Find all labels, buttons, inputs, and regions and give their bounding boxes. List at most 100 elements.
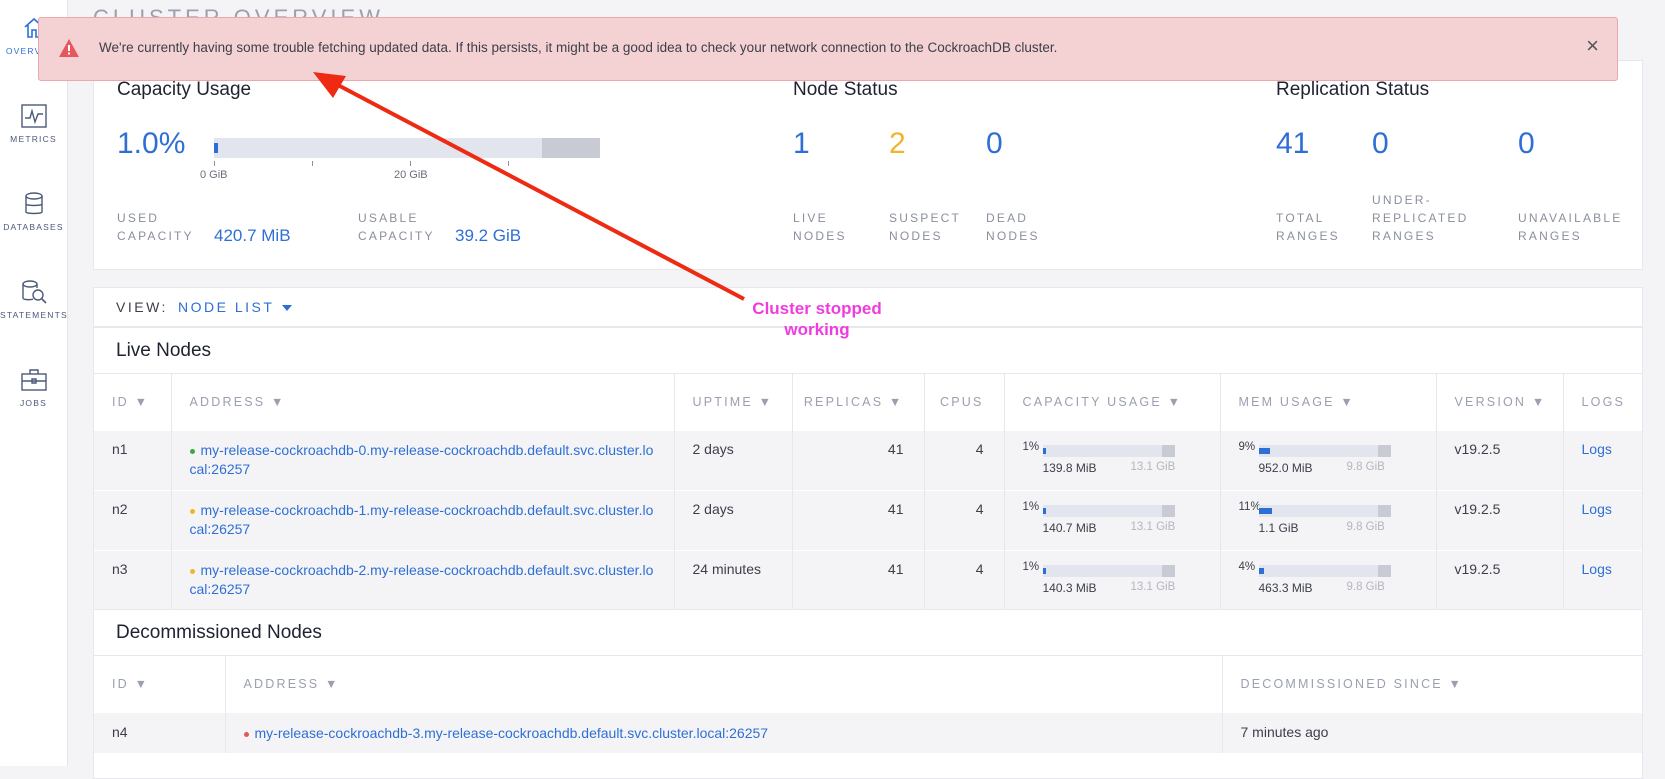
mem-usage-bar <box>1258 445 1391 457</box>
suspect-nodes-label: SUSPECT NODES <box>889 211 962 243</box>
sidebar-item-label: METRICS <box>10 134 57 144</box>
capacity-usage-bar <box>1042 445 1175 457</box>
tick-label: 0 GiB <box>200 169 228 181</box>
mem-usage-fill <box>1258 568 1264 574</box>
node-id: n1 <box>94 430 172 491</box>
status-dot <box>243 731 249 737</box>
sidebar-item-label: DATABASES <box>3 222 64 232</box>
caret-down-icon <box>282 305 293 312</box>
mem-total: 9.8 GiB <box>1346 581 1385 593</box>
replication-title: Replication Status <box>1276 79 1430 100</box>
capacity-used: 140.7 MiB <box>1042 521 1097 535</box>
live-nodes-label: LIVE NODES <box>793 211 847 243</box>
unavailable-ranges-count: 0 <box>1518 127 1535 160</box>
capacity-usage-cell: 1% 140.3 MiB 13.1 GiB <box>1004 550 1221 611</box>
node-cpus: 4 <box>924 490 1005 551</box>
col-decommissioned-since[interactable]: DECOMMISSIONED SINCE ▼ <box>1222 655 1642 713</box>
decommissioned-since: 7 minutes ago <box>1222 712 1642 753</box>
database-icon <box>24 192 43 215</box>
live-nodes-count: 1 <box>793 127 810 160</box>
alert-message: We're currently having some trouble fetc… <box>99 40 1058 55</box>
total-ranges-label: TOTAL RANGES <box>1276 211 1340 243</box>
col-mem-usage[interactable]: MEM USAGE ▼ <box>1220 373 1437 431</box>
cluster-summary: Capacity Usage 1.0% 0 GiB 20 GiB USED CAP… <box>93 60 1643 270</box>
usable-capacity-label: USABLE CAPACITY <box>358 211 435 243</box>
capacity-total: 13.1 GiB <box>1130 461 1176 473</box>
sidebar-item-metrics[interactable]: METRICS <box>0 104 67 144</box>
table-row: n2 my-release-cockroachdb-1.my-release-co… <box>94 490 1642 551</box>
mem-usage-bar <box>1258 565 1391 577</box>
usable-capacity-value: 39.2 GiB <box>455 226 522 245</box>
mem-used: 952.0 MiB <box>1258 461 1313 475</box>
mem-usage-bar <box>1258 505 1391 517</box>
logs-link[interactable]: Logs <box>1563 550 1642 611</box>
node-address-link[interactable]: my-release-cockroachdb-2.my-release-cock… <box>171 550 675 611</box>
node-replicas: 41 <box>792 430 925 491</box>
capacity-usage-cell: 1% 140.7 MiB 13.1 GiB <box>1004 490 1221 551</box>
decommissioned-table: ID ▼ ADDRESS ▼ DECOMMISSIONED SINCE ▼ n4… <box>94 655 1642 753</box>
col-cpus: CPUS <box>924 373 1005 431</box>
col-address[interactable]: ADDRESS ▼ <box>225 655 1223 713</box>
live-nodes-table: ID ▼ ADDRESS ▼ UPTIME ▼ REPLICAS ▼ CPUS … <box>94 373 1642 611</box>
col-id[interactable]: ID ▼ <box>94 373 172 431</box>
node-uptime: 2 days <box>674 430 793 491</box>
sidebar: OVERVIEW METRICS DATABASES STATEMENTS JO… <box>0 0 68 766</box>
chart-icon <box>20 104 47 128</box>
capacity-percent: 1% <box>1022 501 1040 513</box>
node-address-link[interactable]: my-release-cockroachdb-3.my-release-cock… <box>225 712 1223 753</box>
under-replicated-label: UNDER- REPLICATED RANGES <box>1372 193 1469 243</box>
logs-link[interactable]: Logs <box>1563 430 1642 491</box>
table-header-row: ID ▼ ADDRESS ▼ DECOMMISSIONED SINCE ▼ <box>94 655 1642 713</box>
col-id[interactable]: ID ▼ <box>94 655 226 713</box>
capacity-usage-fill <box>1042 448 1046 454</box>
status-dot <box>189 568 195 574</box>
mem-usage-cell: 9% 952.0 MiB 9.8 GiB <box>1220 430 1437 491</box>
view-dropdown[interactable]: NODE LIST <box>178 299 293 315</box>
status-dot <box>189 448 195 454</box>
decommissioned-nodes-panel: Decommissioned Nodes ID ▼ ADDRESS ▼ DECO… <box>93 609 1643 779</box>
node-address-link[interactable]: my-release-cockroachdb-0.my-release-cock… <box>171 430 675 491</box>
col-replicas[interactable]: REPLICAS ▼ <box>792 373 925 431</box>
capacity-usage-fill <box>1042 568 1046 574</box>
logs-link[interactable]: Logs <box>1563 490 1642 551</box>
col-capacity-usage[interactable]: CAPACITY USAGE ▼ <box>1004 373 1221 431</box>
node-version: v19.2.5 <box>1436 550 1564 611</box>
mem-usage-cell: 11% 1.1 GiB 9.8 GiB <box>1220 490 1437 551</box>
capacity-percent: 1% <box>1022 561 1040 573</box>
mem-total: 9.8 GiB <box>1346 461 1385 473</box>
node-uptime: 24 minutes <box>674 550 793 611</box>
statements-icon <box>21 280 47 304</box>
decommissioned-title: Decommissioned Nodes <box>116 622 322 643</box>
live-nodes-title: Live Nodes <box>116 340 212 361</box>
view-label: VIEW: <box>116 299 168 315</box>
mem-total: 9.8 GiB <box>1346 521 1385 533</box>
node-id: n2 <box>94 490 172 551</box>
sidebar-item-statements[interactable]: STATEMENTS <box>0 280 67 320</box>
sidebar-item-databases[interactable]: DATABASES <box>0 192 67 232</box>
node-status-title: Node Status <box>793 79 898 100</box>
node-cpus: 4 <box>924 550 1005 611</box>
sidebar-item-jobs[interactable]: JOBS <box>0 368 67 408</box>
view-dropdown-value: NODE LIST <box>178 299 275 315</box>
node-id: n4 <box>94 712 226 753</box>
mem-used: 463.3 MiB <box>1258 581 1313 595</box>
col-address[interactable]: ADDRESS ▼ <box>171 373 675 431</box>
mem-percent: 11% <box>1238 501 1261 513</box>
mem-usage-cell: 4% 463.3 MiB 9.8 GiB <box>1220 550 1437 611</box>
mem-used: 1.1 GiB <box>1258 521 1299 535</box>
capacity-bar <box>214 138 600 158</box>
table-row: n4 my-release-cockroachdb-3.my-release-c… <box>94 712 1642 753</box>
close-icon[interactable]: × <box>1586 35 1599 57</box>
live-nodes-panel: Live Nodes ID ▼ ADDRESS ▼ UPTIME ▼ REPLI… <box>93 327 1643 611</box>
capacity-bar-reserved <box>542 138 600 158</box>
col-uptime[interactable]: UPTIME ▼ <box>674 373 793 431</box>
used-capacity-label: USED CAPACITY <box>117 211 194 243</box>
capacity-usage-bar <box>1042 505 1175 517</box>
dead-nodes-label: DEAD NODES <box>986 211 1040 243</box>
error-alert: We're currently having some trouble fetc… <box>38 17 1618 81</box>
col-version[interactable]: VERSION ▼ <box>1436 373 1564 431</box>
node-version: v19.2.5 <box>1436 430 1564 491</box>
node-replicas: 41 <box>792 550 925 611</box>
annotation-text: Cluster stopped working <box>752 299 882 339</box>
node-address-link[interactable]: my-release-cockroachdb-1.my-release-cock… <box>171 490 675 551</box>
